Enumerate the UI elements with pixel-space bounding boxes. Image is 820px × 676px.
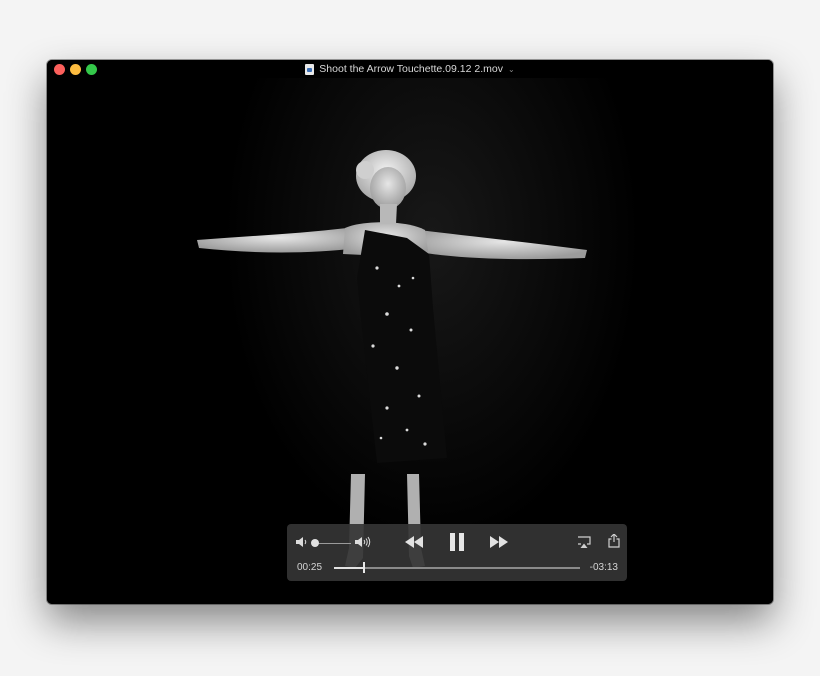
- playback-controls: 00:25 -03:13: [287, 524, 627, 581]
- scrubber-playhead[interactable]: [363, 562, 365, 573]
- player-window: Shoot the Arrow Touchette.09.12 2.mov ⌄: [47, 60, 773, 604]
- scrubber-track[interactable]: [334, 567, 580, 569]
- window-title[interactable]: Shoot the Arrow Touchette.09.12 2.mov ⌄: [305, 63, 515, 75]
- airplay-icon[interactable]: [577, 536, 591, 548]
- close-button[interactable]: [54, 64, 65, 75]
- fast-forward-icon[interactable]: [489, 536, 509, 548]
- scrubber-progress: [334, 567, 364, 569]
- pause-icon[interactable]: [449, 533, 465, 551]
- minimize-button[interactable]: [70, 64, 81, 75]
- volume-high-icon[interactable]: [355, 536, 373, 548]
- remaining-time: -03:13: [589, 562, 618, 573]
- zoom-button[interactable]: [86, 64, 97, 75]
- current-time: 00:25: [297, 562, 323, 573]
- share-icon[interactable]: [608, 534, 620, 548]
- rewind-icon[interactable]: [404, 536, 424, 548]
- title-bar[interactable]: Shoot the Arrow Touchette.09.12 2.mov ⌄: [47, 60, 773, 78]
- video-frame[interactable]: 00:25 -03:13: [47, 78, 773, 604]
- volume-low-icon[interactable]: [296, 537, 308, 547]
- movie-file-icon[interactable]: [305, 63, 315, 75]
- volume-knob[interactable]: [311, 539, 319, 547]
- chevron-down-icon[interactable]: ⌄: [508, 65, 515, 74]
- window-title-text: Shoot the Arrow Touchette.09.12 2.mov: [319, 63, 503, 75]
